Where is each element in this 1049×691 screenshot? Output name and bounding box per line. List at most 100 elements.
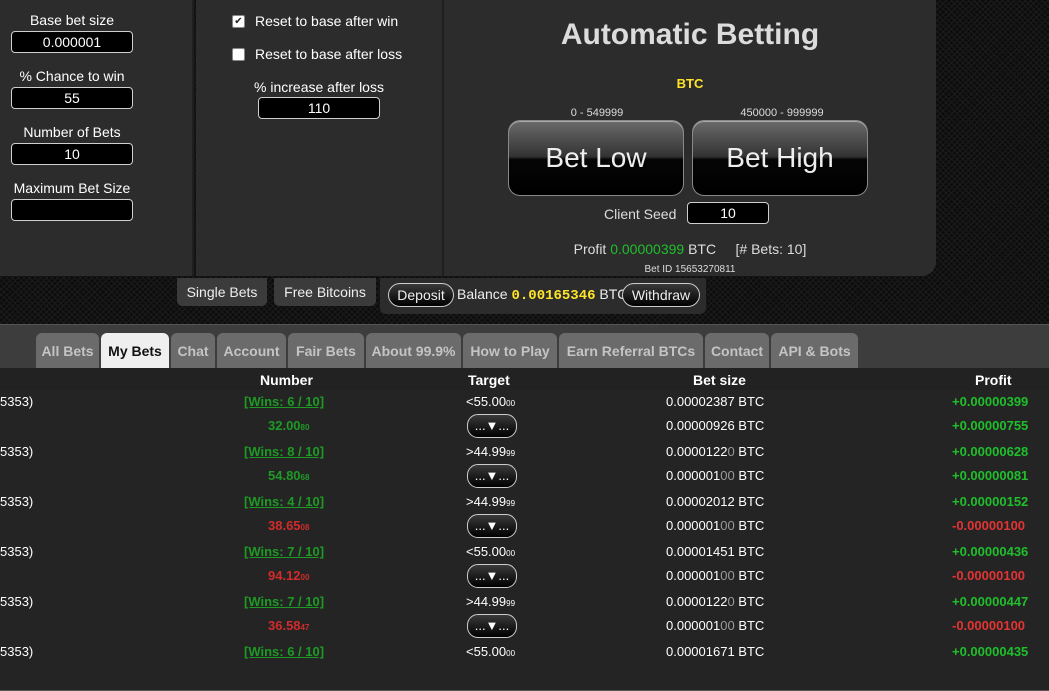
reset-after-loss-checkbox[interactable] bbox=[232, 47, 245, 61]
profit-value: +0.00000435 bbox=[952, 644, 1029, 659]
expand-details-button[interactable]: ...▼... bbox=[467, 414, 517, 438]
reset-after-win-checkbox[interactable]: ✔ bbox=[232, 14, 245, 28]
balance-display: Balance 0.00165346 BTC bbox=[457, 286, 627, 304]
max-bet-size-input[interactable] bbox=[11, 199, 133, 221]
tab-api-bots[interactable]: API & Bots bbox=[771, 333, 858, 369]
deposit-button[interactable]: Deposit bbox=[388, 283, 454, 307]
tab-my-bets[interactable]: My Bets bbox=[101, 333, 169, 369]
target-value: >44.9999 bbox=[466, 594, 516, 609]
bet-size-dim-digits: 0 bbox=[727, 444, 735, 459]
header-target: Target bbox=[468, 372, 510, 388]
client-seed-input[interactable] bbox=[687, 202, 769, 224]
profit-value: -0.00000100 bbox=[952, 618, 1026, 633]
tab-contact[interactable]: Contact bbox=[705, 333, 769, 369]
bet-size-dim-digits: 00 bbox=[720, 618, 735, 633]
bet-id-tail[interactable]: 5353) bbox=[0, 444, 33, 459]
bet-size-dim-digits: 00 bbox=[720, 568, 735, 583]
profit-value: +0.00000399 bbox=[952, 394, 1029, 409]
automatic-betting-panel: Automatic Betting BTC 0 - 549999 450000 … bbox=[444, 0, 936, 276]
expand-details-button[interactable]: ...▼... bbox=[467, 514, 517, 538]
bet-size: 0.00000100 BTC bbox=[666, 468, 765, 483]
expand-details-button[interactable]: ...▼... bbox=[467, 464, 517, 488]
profit-value: -0.00000100 bbox=[952, 518, 1026, 533]
max-bet-size-label: Maximum Bet Size bbox=[13, 180, 131, 196]
bets-count: [# Bets: 10] bbox=[735, 241, 807, 257]
roll-small-digits: 00 bbox=[300, 573, 310, 582]
target-value: <55.0000 bbox=[466, 394, 516, 409]
tab-how-to-play[interactable]: How to Play bbox=[463, 333, 557, 369]
expand-details-button[interactable]: ...▼... bbox=[467, 564, 517, 588]
profit-label: Profit bbox=[573, 241, 607, 257]
bet-size-dim-digits: 00 bbox=[720, 518, 735, 533]
tab-all-bets[interactable]: All Bets bbox=[36, 333, 99, 369]
target-small-digits: 00 bbox=[506, 549, 516, 558]
profit-summary: Profit 0.00000399 BTC [# Bets: 10] bbox=[444, 241, 936, 257]
target-small-digits: 99 bbox=[506, 449, 516, 458]
bet-size: 0.00001220 BTC bbox=[666, 594, 765, 609]
wins-link[interactable]: [Wins: 6 / 10] bbox=[244, 644, 324, 659]
header-number: Number bbox=[260, 372, 313, 388]
free-bitcoins-button[interactable]: Free Bitcoins bbox=[274, 278, 376, 306]
bet-id-tail[interactable]: 5353) bbox=[0, 494, 33, 509]
number-of-bets-input[interactable] bbox=[11, 143, 133, 165]
increase-after-loss-label: % increase after loss bbox=[254, 79, 384, 95]
wins-link[interactable]: [Wins: 7 / 10] bbox=[244, 544, 324, 559]
tab-chat[interactable]: Chat bbox=[171, 333, 215, 369]
wins-link[interactable]: [Wins: 7 / 10] bbox=[244, 594, 324, 609]
bet-settings-panel: Base bet size % Chance to win Number of … bbox=[0, 0, 194, 276]
target-small-digits: 99 bbox=[506, 599, 516, 608]
bet-id[interactable]: Bet ID 15653270811 bbox=[444, 264, 936, 275]
bet-size-dim-digits: 00 bbox=[720, 468, 735, 483]
wins-link[interactable]: [Wins: 6 / 10] bbox=[244, 394, 324, 409]
tab-about[interactable]: About 99.9% bbox=[366, 333, 461, 369]
tab-account[interactable]: Account bbox=[217, 333, 286, 369]
bet-size: 0.00000100 BTC bbox=[666, 518, 765, 533]
single-bets-button[interactable]: Single Bets bbox=[177, 278, 267, 306]
bets-table: Number Target Bet size Profit 5353) [Wins… bbox=[0, 368, 1049, 691]
roll-small-digits: 68 bbox=[300, 473, 310, 482]
bet-id-tail[interactable]: 5353) bbox=[0, 394, 33, 409]
bet-size: 0.00000926 BTC bbox=[666, 418, 765, 433]
target-small-digits: 00 bbox=[506, 399, 516, 408]
profit-value: +0.00000081 bbox=[952, 468, 1029, 483]
base-bet-label: Base bet size bbox=[29, 12, 115, 28]
target-value: >44.9999 bbox=[466, 494, 516, 509]
panel-title: Automatic Betting bbox=[560, 18, 820, 51]
tab-earn-referral[interactable]: Earn Referral BTCs bbox=[559, 333, 703, 369]
profit-value: -0.00000100 bbox=[952, 568, 1026, 583]
number-of-bets-label: Number of Bets bbox=[23, 124, 121, 140]
target-value: <55.0000 bbox=[466, 644, 516, 659]
roll-number: 54.8068 bbox=[268, 468, 310, 483]
chance-to-win-input[interactable] bbox=[11, 87, 133, 109]
reset-after-win-row[interactable]: ✔ Reset to base after win bbox=[232, 13, 398, 29]
increase-after-loss-input[interactable] bbox=[258, 97, 380, 119]
bet-low-button[interactable]: Bet Low bbox=[508, 120, 684, 196]
chance-to-win-label: % Chance to win bbox=[19, 68, 125, 84]
profit-dim-digits: 00 bbox=[1010, 518, 1026, 533]
bet-size: 0.00001451 BTC bbox=[666, 544, 765, 559]
roll-small-digits: 08 bbox=[300, 523, 310, 532]
bet-id-tail[interactable]: 5353) bbox=[0, 544, 33, 559]
bet-high-button[interactable]: Bet High bbox=[692, 120, 868, 196]
roll-number: 94.1200 bbox=[268, 568, 310, 583]
profit-dim-digits: 00 bbox=[1010, 568, 1026, 583]
base-bet-input[interactable] bbox=[11, 31, 133, 53]
reset-after-win-label: Reset to base after win bbox=[255, 13, 399, 29]
tab-fair-bets[interactable]: Fair Bets bbox=[288, 333, 364, 369]
tabs-bar: All Bets My Bets Chat Account Fair Bets … bbox=[0, 324, 1049, 369]
reset-after-loss-row[interactable]: Reset to base after loss bbox=[232, 46, 402, 62]
profit-value: +0.00000755 bbox=[952, 418, 1029, 433]
wins-link[interactable]: [Wins: 8 / 10] bbox=[244, 444, 324, 459]
wins-link[interactable]: [Wins: 4 / 10] bbox=[244, 494, 324, 509]
bet-size: 0.00000100 BTC bbox=[666, 568, 765, 583]
bet-id-tail[interactable]: 5353) bbox=[0, 644, 33, 659]
reset-after-loss-label: Reset to base after loss bbox=[255, 46, 403, 62]
bet-size-dim-digits: 0 bbox=[727, 594, 735, 609]
roll-small-digits: 80 bbox=[300, 423, 310, 432]
bet-size: 0.00001671 BTC bbox=[666, 644, 765, 659]
roll-number: 36.5847 bbox=[268, 618, 310, 633]
withdraw-button[interactable]: Withdraw bbox=[622, 283, 700, 307]
coin-label: BTC bbox=[676, 76, 704, 91]
expand-details-button[interactable]: ...▼... bbox=[467, 614, 517, 638]
bet-id-tail[interactable]: 5353) bbox=[0, 594, 33, 609]
